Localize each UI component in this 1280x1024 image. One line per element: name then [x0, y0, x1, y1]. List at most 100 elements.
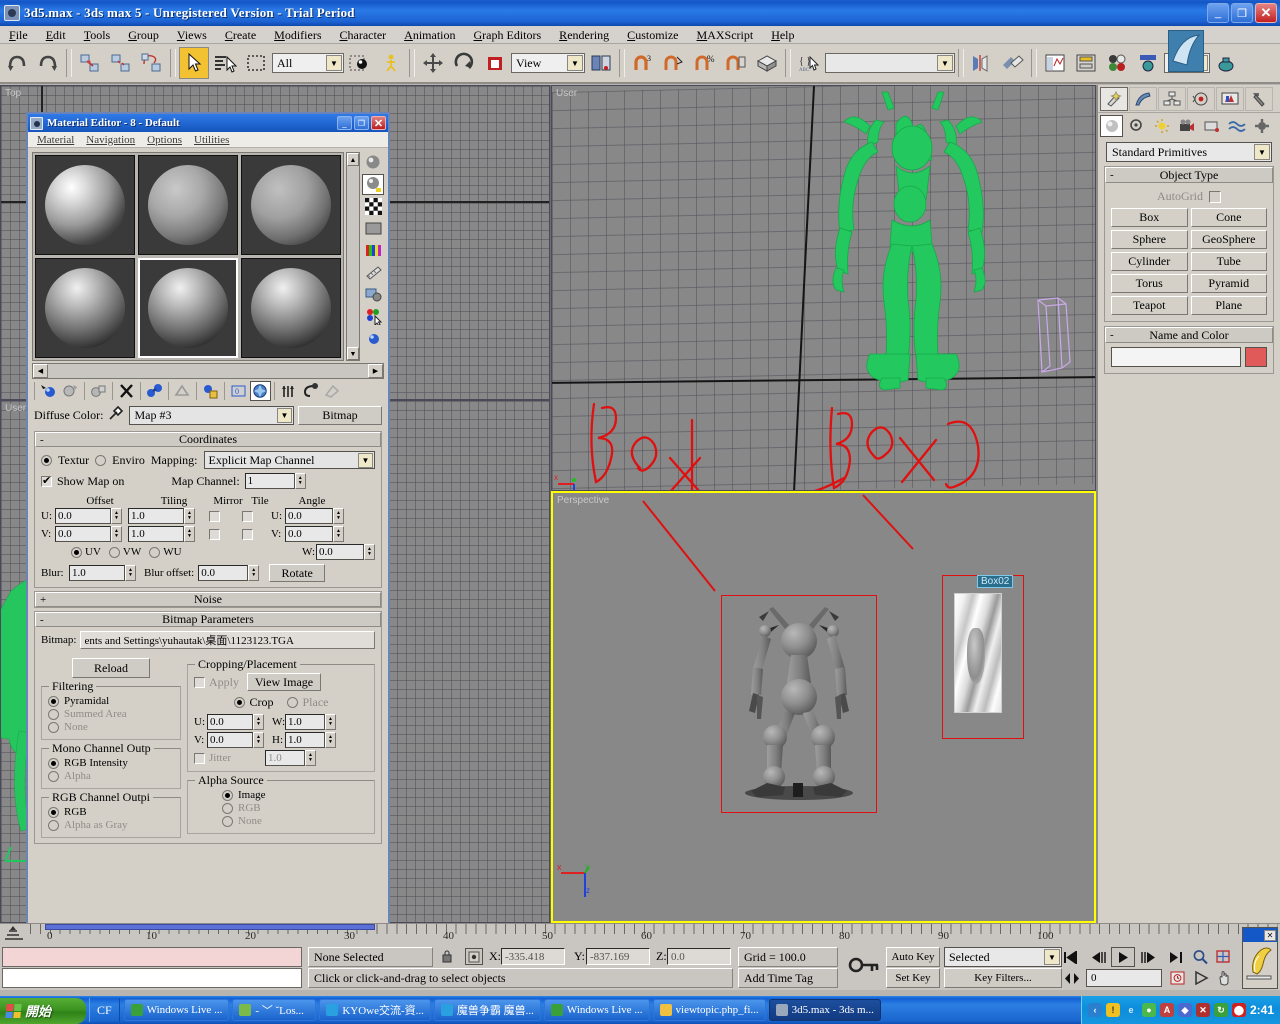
alpha-source-option-row[interactable]: None — [222, 815, 368, 827]
viewport-user[interactable]: User x — [551, 85, 1096, 491]
eyedropper-icon[interactable] — [107, 405, 125, 426]
mono-channel-radio-alpha[interactable] — [48, 770, 59, 782]
sample-slot[interactable] — [138, 155, 238, 255]
edit-named-selections-icon[interactable]: { } ABC — [794, 47, 824, 79]
collapse-icon[interactable]: - — [1110, 169, 1114, 181]
go-to-end-icon[interactable] — [1163, 948, 1187, 966]
noise-header[interactable]: + Noise — [35, 592, 381, 607]
taskbar-item[interactable]: Windows Live ... — [543, 999, 650, 1021]
filtering-radio-pyramidal[interactable] — [48, 695, 59, 707]
absolute-relative-transform-icon[interactable] — [465, 948, 483, 965]
filtering-option-row[interactable]: Summed Area — [48, 708, 174, 720]
viewport-perspective[interactable]: Perspective Box02 x z y — [551, 491, 1096, 923]
offset-u-field[interactable]: 0.0 — [55, 508, 111, 524]
zoom-all-icon[interactable] — [1212, 948, 1234, 966]
spinner-arrows-icon[interactable]: ▲ ▼ — [333, 508, 344, 524]
tiling-u-field[interactable]: 1.0 — [128, 508, 184, 524]
spinner-arrows-icon[interactable]: ▲ ▼ — [184, 526, 195, 542]
alpha-source-option-row[interactable]: Image — [222, 789, 368, 801]
floating-render-panel[interactable]: ✕ — [1242, 927, 1278, 989]
menu-help[interactable]: Help — [762, 27, 803, 43]
object-category-dropdown[interactable]: Standard Primitives ▼ — [1106, 142, 1272, 162]
map-channel-spinner[interactable]: 1 ▲ ▼ — [244, 473, 306, 489]
taskbar-item[interactable]: viewtopic.php_fi... — [652, 999, 766, 1021]
render-scene-icon[interactable] — [1133, 47, 1163, 79]
me-maximize-button[interactable]: ❐ — [354, 116, 369, 130]
maxscript-mini-listener-white[interactable] — [2, 968, 302, 988]
time-configuration-icon[interactable] — [1166, 969, 1188, 987]
apply-crop-checkbox[interactable] — [194, 676, 205, 688]
material-id-channel-icon[interactable] — [362, 328, 384, 349]
taskbar-item[interactable]: - ﹀ ˇLos... — [232, 999, 317, 1021]
me-menu-navigation[interactable]: Navigation — [81, 134, 140, 146]
show-end-result-icon[interactable]: 0 — [228, 381, 249, 401]
crop-u-field[interactable]: 0.0 — [207, 714, 253, 730]
auto-key-button[interactable]: Auto Key — [886, 947, 940, 967]
antivirus-icon[interactable]: A — [1159, 1003, 1174, 1017]
start-button[interactable]: 開始 — [0, 997, 86, 1024]
cameras-icon[interactable] — [1175, 115, 1198, 137]
bind-to-space-warp-icon[interactable] — [137, 47, 167, 79]
spinner-arrows-icon[interactable]: ▲ ▼ — [248, 565, 260, 581]
menu-rendering[interactable]: Rendering — [550, 27, 618, 43]
reset-map-icon[interactable] — [116, 381, 137, 401]
material-editor-icon[interactable] — [1102, 47, 1132, 79]
x-coordinate-field[interactable]: -335.418 — [501, 948, 565, 965]
rgb-channel-radio-alpha-as-gray[interactable] — [48, 819, 59, 831]
object-type-box[interactable]: Box — [1111, 208, 1188, 227]
chevron-down-icon[interactable]: ▼ — [326, 55, 342, 71]
systems-icon[interactable] — [1250, 115, 1273, 137]
wu-radio[interactable] — [149, 546, 161, 558]
taskbar-item[interactable]: KYOwe交流-資... — [319, 999, 431, 1021]
spinner-arrows-icon[interactable]: ▲ ▼ — [125, 565, 136, 581]
clock[interactable]: 2:41 — [1250, 1003, 1274, 1017]
jitter-field[interactable]: 1.0 — [265, 750, 305, 766]
update-icon[interactable]: ✕ — [1195, 1003, 1210, 1017]
space-warps-icon[interactable] — [1225, 115, 1248, 137]
background-checker-icon[interactable] — [362, 196, 384, 217]
key-mode-toggle-icon[interactable] — [848, 953, 882, 982]
zoom-extents-icon[interactable] — [1190, 969, 1212, 987]
me-minimize-button[interactable]: _ — [337, 116, 352, 130]
crop-v-field[interactable]: 0.0 — [207, 732, 253, 748]
map-channel-value[interactable]: 1 — [244, 473, 295, 489]
make-material-preview-icon[interactable] — [322, 381, 343, 401]
taskbar-item[interactable]: 魔兽争霸 魔兽... — [433, 999, 541, 1021]
collapse-icon[interactable]: - — [1110, 329, 1114, 341]
me-menu-options[interactable]: Options — [142, 134, 187, 146]
sample-uv-tiling-icon[interactable] — [362, 218, 384, 239]
maximize-button[interactable]: ❐ — [1231, 3, 1253, 23]
name-and-color-header[interactable]: - Name and Color — [1105, 327, 1273, 343]
mirror-v-checkbox[interactable] — [209, 528, 220, 540]
crop-h-field[interactable]: 1.0 — [285, 732, 325, 748]
filtering-radio-none[interactable] — [48, 721, 59, 733]
collapse-icon[interactable]: - — [40, 614, 44, 626]
named-selection-sets-icon[interactable] — [752, 47, 782, 79]
menu-file[interactable]: File — [0, 27, 37, 43]
object-type-torus[interactable]: Torus — [1111, 274, 1188, 293]
z-coordinate-field[interactable]: 0.0 — [667, 948, 731, 965]
menu-customize[interactable]: Customize — [618, 27, 687, 43]
menu-tools[interactable]: Tools — [75, 27, 120, 43]
use-pivot-point-center-icon[interactable] — [586, 47, 616, 79]
spinner-arrows-icon[interactable]: ▲ ▼ — [253, 714, 264, 730]
spinner-arrows-icon[interactable]: ▲ ▼ — [333, 526, 344, 542]
play-animation-icon[interactable] — [1111, 947, 1135, 967]
object-color-swatch[interactable] — [1245, 347, 1267, 367]
select-and-scale-icon[interactable] — [480, 47, 510, 79]
menu-group[interactable]: Group — [119, 27, 168, 43]
key-mode-icon[interactable] — [1060, 969, 1084, 987]
active-viewport-render-icon[interactable] — [1168, 30, 1204, 72]
key-filters-button[interactable]: Key Filters... — [944, 968, 1062, 988]
object-type-geosphere[interactable]: GeoSphere — [1190, 230, 1267, 249]
spinner-arrows-icon[interactable]: ▲ ▼ — [184, 508, 195, 524]
spinner-arrows-icon[interactable]: ▲ ▼ — [305, 750, 316, 766]
menu-maxscript[interactable]: MAXScript — [688, 27, 763, 43]
place-radio[interactable] — [286, 697, 298, 708]
sample-type-icon[interactable] — [362, 152, 384, 173]
add-time-tag-button[interactable]: Add Time Tag — [738, 968, 838, 988]
blur-field[interactable]: 1.0 — [69, 565, 125, 581]
expand-icon[interactable]: + — [40, 594, 46, 606]
chevron-down-icon[interactable]: ▼ — [937, 55, 953, 71]
backlight-icon[interactable] — [362, 174, 384, 195]
